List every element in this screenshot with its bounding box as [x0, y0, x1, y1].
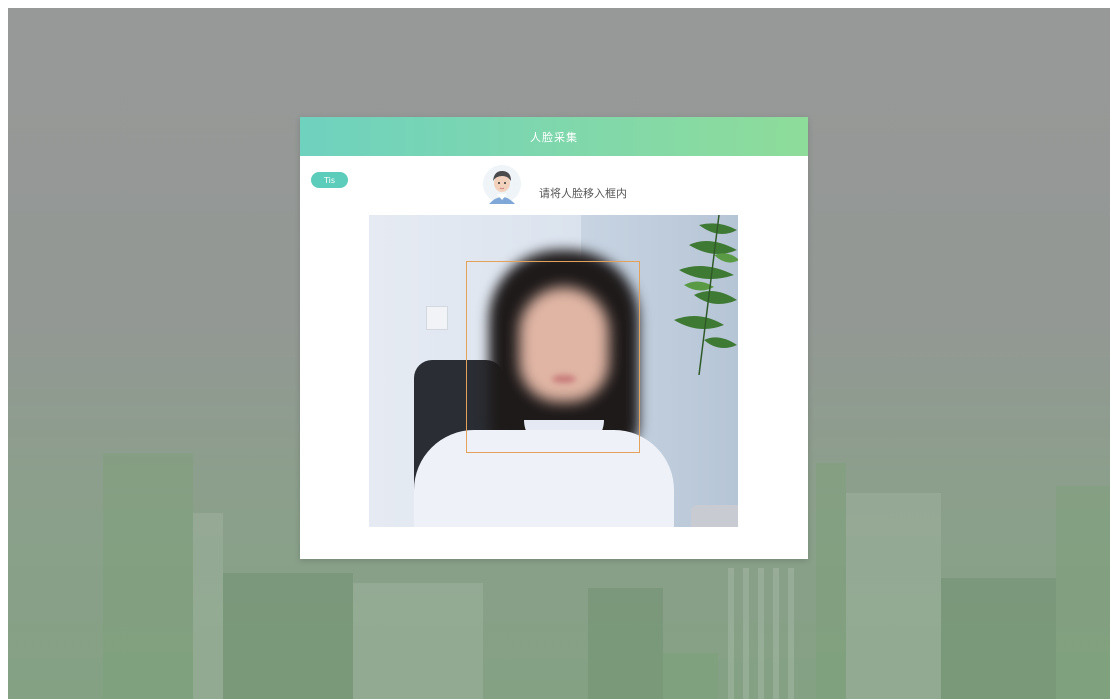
bg-block — [353, 583, 483, 699]
camera-laptop — [691, 505, 738, 527]
bg-block — [663, 653, 718, 699]
bg-block — [816, 463, 846, 699]
bg-block — [941, 578, 1056, 699]
camera-light-switch — [426, 306, 448, 330]
bg-stripe — [758, 568, 764, 699]
user-avatar-icon — [483, 164, 521, 204]
bg-stripe — [743, 568, 749, 699]
instruction-text: 请将人脸移入框内 — [539, 187, 627, 200]
bg-block — [193, 513, 223, 699]
dialog-title: 人脸采集 — [530, 130, 578, 144]
tips-badge[interactable]: Tis — [311, 172, 348, 188]
dialog-header: 人脸采集 — [300, 117, 808, 156]
bg-stripe — [788, 568, 794, 699]
face-detection-frame — [466, 261, 640, 453]
camera-plant — [674, 215, 738, 375]
camera-preview — [369, 215, 738, 527]
bg-stripe — [728, 568, 734, 699]
bg-block — [846, 493, 941, 699]
bg-block — [223, 573, 353, 699]
face-capture-dialog: 人脸采集 Tis 请将人脸移入框内 — [300, 117, 808, 559]
bg-block — [588, 588, 663, 699]
bg-block — [103, 453, 193, 699]
bg-block — [1056, 486, 1110, 699]
bg-stripe — [773, 568, 779, 699]
